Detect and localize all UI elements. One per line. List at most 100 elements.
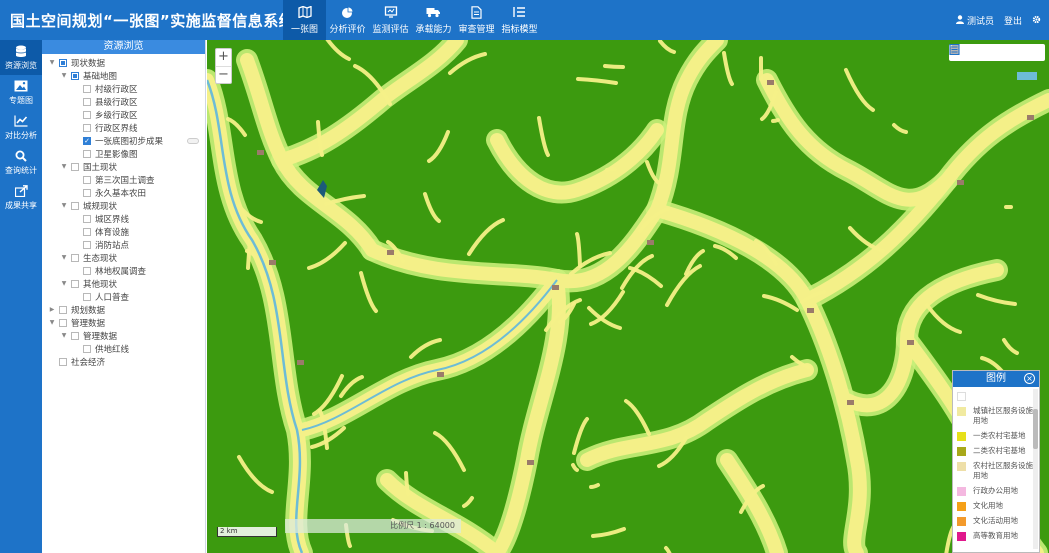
settings-icon[interactable]: [1032, 15, 1041, 27]
layer-checkbox[interactable]: [83, 227, 91, 236]
tree-node[interactable]: 永久基本农田: [42, 186, 205, 199]
tree-node[interactable]: 行政区界线: [42, 121, 205, 134]
settlement-patch: [437, 372, 444, 377]
layer-checkbox[interactable]: [83, 240, 91, 249]
caret-right-icon[interactable]: ▶: [48, 306, 56, 313]
caret-down-icon[interactable]: ▼: [60, 254, 68, 261]
layer-checkbox[interactable]: ✓: [83, 136, 91, 145]
layer-checkbox[interactable]: [83, 175, 91, 184]
layer-checkbox[interactable]: [59, 357, 67, 366]
tree-node[interactable]: 第三次国土调查: [42, 173, 205, 186]
tree-node[interactable]: 体育设施: [42, 225, 205, 238]
rail-item-result-share[interactable]: 成果共享: [0, 180, 42, 215]
layer-opacity-toggle[interactable]: [187, 137, 199, 144]
tree-node[interactable]: 城区界线: [42, 212, 205, 225]
info-icon[interactable]: [949, 44, 985, 59]
tree-node[interactable]: ▶ 规划数据: [42, 303, 205, 316]
tree-node-label: 乡级行政区: [95, 110, 138, 121]
caret-down-icon[interactable]: ▼: [48, 59, 56, 66]
caret-down-icon[interactable]: ▼: [60, 332, 68, 339]
tree-node[interactable]: ▼ 现状数据: [42, 56, 205, 69]
nav-item-review[interactable]: 审查管理: [455, 0, 498, 40]
settlement-patch: [387, 250, 394, 255]
layer-checkbox[interactable]: [83, 214, 91, 223]
caret-down-icon[interactable]: ▼: [48, 319, 56, 326]
tree-node[interactable]: 县级行政区: [42, 95, 205, 108]
caret-down-icon[interactable]: ▼: [60, 163, 68, 170]
layer-checkbox[interactable]: [83, 344, 91, 353]
legend-label: 高等教育用地: [973, 531, 1018, 540]
tree-node-label: 国土现状: [83, 162, 118, 173]
caret-down-icon[interactable]: ▼: [60, 72, 68, 79]
layer-checkbox[interactable]: [83, 84, 91, 93]
nav-item-monitor[interactable]: 监测评估: [369, 0, 412, 40]
layer-checkbox[interactable]: [71, 253, 79, 262]
tree-node-label: 规划数据: [71, 305, 106, 316]
layer-checkbox[interactable]: [83, 188, 91, 197]
rail-item-query-stats[interactable]: 查询统计: [0, 145, 42, 180]
rail-item-resource-browse[interactable]: 资源浏览: [0, 40, 42, 75]
caret-down-icon[interactable]: ▼: [60, 202, 68, 209]
layer-checkbox[interactable]: [71, 162, 79, 171]
tree-node[interactable]: ▼ 管理数据: [42, 316, 205, 329]
tree-node[interactable]: ✓ 一张底图初步成果: [42, 134, 205, 147]
tree-node[interactable]: ▼ 基础地图: [42, 69, 205, 82]
tree-node[interactable]: 卫星影像图: [42, 147, 205, 160]
layer-checkbox[interactable]: [83, 266, 91, 275]
user-menu[interactable]: 测试员: [955, 14, 994, 27]
nav-item-indicators[interactable]: 指标模型: [498, 0, 541, 40]
zoom-out-button[interactable]: −: [216, 66, 231, 83]
bar-chart-icon[interactable]: [950, 46, 1003, 59]
tree-node[interactable]: ▼ 管理数据: [42, 329, 205, 342]
farmland-strip: [404, 471, 410, 496]
tree-node-label: 现状数据: [71, 58, 106, 69]
tree-node[interactable]: ▼ 生态现状: [42, 251, 205, 264]
rail-item-thematic-map[interactable]: 专题图: [0, 75, 42, 110]
tree-node[interactable]: ▼ 国土现状: [42, 160, 205, 173]
layer-checkbox[interactable]: [83, 110, 91, 119]
user-icon: [955, 14, 964, 27]
caret-down-icon[interactable]: ▼: [60, 280, 68, 287]
tree-node[interactable]: 村级行政区: [42, 82, 205, 95]
settlement-patch: [1027, 115, 1034, 120]
rail-item-compare-analysis[interactable]: 对比分析: [0, 110, 42, 145]
tree-node[interactable]: 消防站点: [42, 238, 205, 251]
land-use-map: [207, 40, 1049, 553]
layer-checkbox[interactable]: [59, 58, 67, 67]
tree-node[interactable]: ▼ 城规现状: [42, 199, 205, 212]
layer-checkbox[interactable]: [83, 97, 91, 106]
layer-checkbox[interactable]: [71, 201, 79, 210]
legend-scrollbar[interactable]: [1033, 389, 1038, 549]
farmland-strip: [589, 483, 600, 489]
layer-checkbox[interactable]: [59, 318, 67, 327]
tree-node[interactable]: 人口普查: [42, 290, 205, 303]
nav-item-capacity[interactable]: 承载能力: [412, 0, 455, 40]
tree-node-label: 第三次国土调查: [95, 175, 155, 186]
tree-node[interactable]: 乡级行政区: [42, 108, 205, 121]
truck-icon: [426, 5, 442, 19]
layer-checkbox[interactable]: [71, 331, 79, 340]
layer-checkbox[interactable]: [71, 279, 79, 288]
layer-checkbox[interactable]: [83, 149, 91, 158]
legend-label: 农村社区服务设施用地: [973, 461, 1033, 480]
map-view[interactable]: + − 2 km 比例尺 1 : 64000: [207, 40, 1049, 553]
tree-node-label: 林地权属调查: [95, 266, 147, 277]
tree-node[interactable]: ▼ 其他现状: [42, 277, 205, 290]
left-rail: 资源浏览 专题图 对比分析 查询统计 成果共享: [0, 40, 42, 553]
nav-item-map[interactable]: 一张图: [283, 0, 326, 40]
layers-icon[interactable]: [949, 44, 1039, 59]
layer-checkbox[interactable]: [83, 123, 91, 132]
tree-node[interactable]: 林地权属调查: [42, 264, 205, 277]
layer-checkbox[interactable]: [71, 71, 79, 80]
layer-checkbox[interactable]: [59, 305, 67, 314]
close-icon[interactable]: ×: [1024, 373, 1035, 384]
logout-link[interactable]: 登出: [1004, 14, 1022, 27]
layer-checkbox[interactable]: [83, 292, 91, 301]
nav-item-analysis[interactable]: 分析评价: [326, 0, 369, 40]
legend-swatch: [957, 392, 966, 401]
tree-node-label: 消防站点: [95, 240, 130, 251]
tree-node[interactable]: 社会经济: [42, 355, 205, 368]
zoom-in-button[interactable]: +: [216, 49, 231, 66]
tree-node[interactable]: 供地红线: [42, 342, 205, 355]
share-icon[interactable]: [949, 44, 1021, 59]
